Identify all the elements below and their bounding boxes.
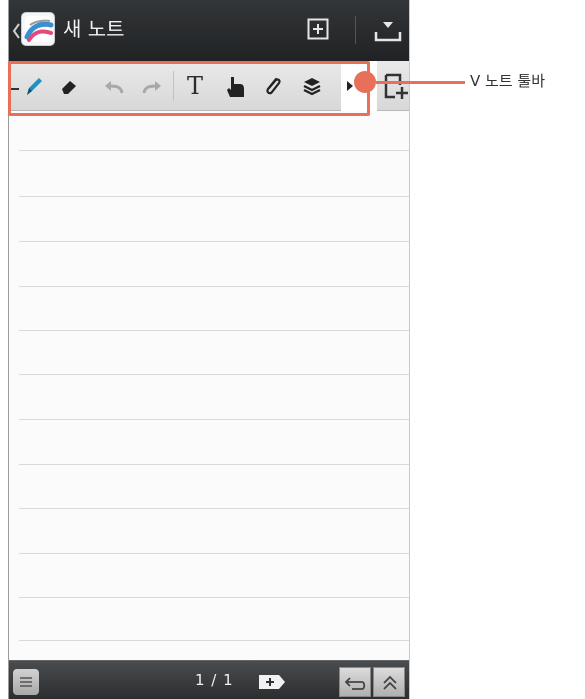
ruled-line [19,330,409,331]
insert-page-icon[interactable] [307,18,329,40]
return-icon [344,677,366,690]
toolbar-highlight-box [8,61,370,116]
ruled-line [19,419,409,420]
ruled-line [19,553,409,554]
add-page-icon[interactable] [383,72,409,100]
menu-button[interactable] [13,669,39,695]
ruled-line [19,464,409,465]
ruled-line [19,640,409,641]
bottom-bar: 1 / 1 [9,660,409,699]
ruled-line [19,508,409,509]
brush-stroke-icon [24,16,54,42]
save-icon[interactable] [373,18,403,44]
callout-dot [354,71,376,93]
ruled-line [19,241,409,242]
return-button[interactable] [339,667,371,697]
ruled-line [19,597,409,598]
back-chevron-icon[interactable] [11,16,21,46]
page-title: 새 노트 [63,17,125,41]
scroll-up-icon [383,675,397,690]
note-canvas[interactable] [9,111,409,641]
app-icon[interactable] [21,12,55,46]
ruled-line [19,196,409,197]
menu-icon [20,677,32,687]
new-page-icon[interactable] [257,673,287,691]
callout-label: V 노트 툴바 [470,72,545,90]
topbar-divider [355,16,356,44]
page-indicator: 1 / 1 [195,671,234,689]
ruled-line [19,374,409,375]
ruled-line [19,150,409,151]
callout-line [376,81,465,84]
ruled-line [19,286,409,287]
scroll-up-button[interactable] [373,667,405,697]
top-bar: 새 노트 [9,0,409,61]
